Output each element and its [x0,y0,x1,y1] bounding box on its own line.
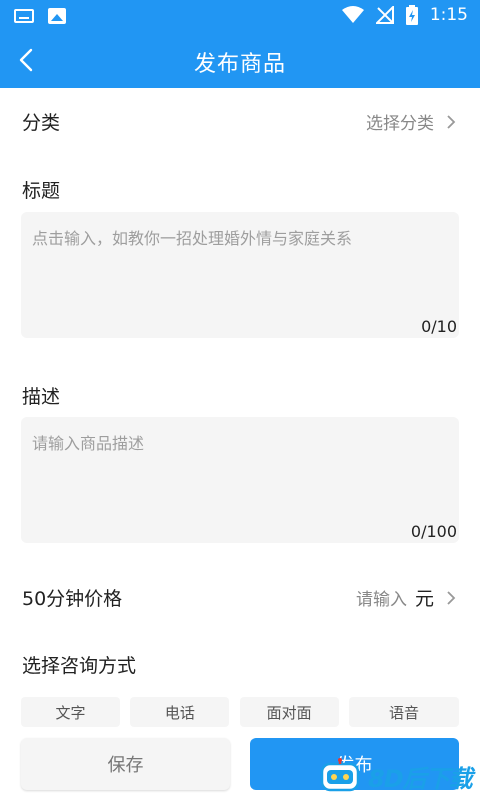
consult-option-phone[interactable]: 电话 [130,697,230,727]
page-title: 发布商品 [193,52,286,77]
wifi-icon [341,6,364,23]
title-label: 标题 [22,180,61,202]
consult-option-text[interactable]: 文字 [21,697,120,727]
chevron-right-icon [447,590,456,605]
watermark: 8D后下载 [318,756,478,796]
category-row[interactable]: 分类 选择分类 [22,108,458,135]
watermark-text: 8D后下载 [368,764,473,793]
title-input[interactable]: 点击输入，如教你一招处理婚外情与家庭关系 0/10 [21,212,459,338]
price-input[interactable]: 请输入 [356,585,407,610]
status-bar: 1:15 [0,0,480,32]
consult-label: 选择咨询方式 [22,655,137,677]
price-label: 50分钟价格 [22,588,123,610]
image-icon [48,8,66,24]
category-label: 分类 [22,112,61,134]
description-label: 描述 [22,386,61,408]
consult-option-in-person[interactable]: 面对面 [239,697,339,727]
title-placeholder: 点击输入，如教你一招处理婚外情与家庭关系 [32,229,353,248]
robot-logo-icon [320,758,360,792]
price-unit: 元 [414,588,434,610]
consult-option-voice[interactable]: 语音 [348,697,459,727]
description-placeholder: 请输入商品描述 [32,434,145,453]
price-row[interactable]: 50分钟价格 请输入 元 [22,584,458,611]
battery-charging-icon [405,5,418,25]
app-bar: 发布商品 [0,32,480,88]
category-value: 选择分类 [366,114,434,134]
consult-options: 文字 电话 面对面 语音 [21,697,459,727]
clock: 1:15 [429,5,468,25]
title-counter: 0/10 [421,317,457,336]
description-input[interactable]: 请输入商品描述 0/100 [21,417,459,543]
no-signal-icon [375,6,394,24]
keyboard-icon [14,9,34,23]
description-counter: 0/100 [410,522,457,541]
chevron-right-icon [447,114,456,129]
save-button[interactable]: 保存 [21,738,230,790]
